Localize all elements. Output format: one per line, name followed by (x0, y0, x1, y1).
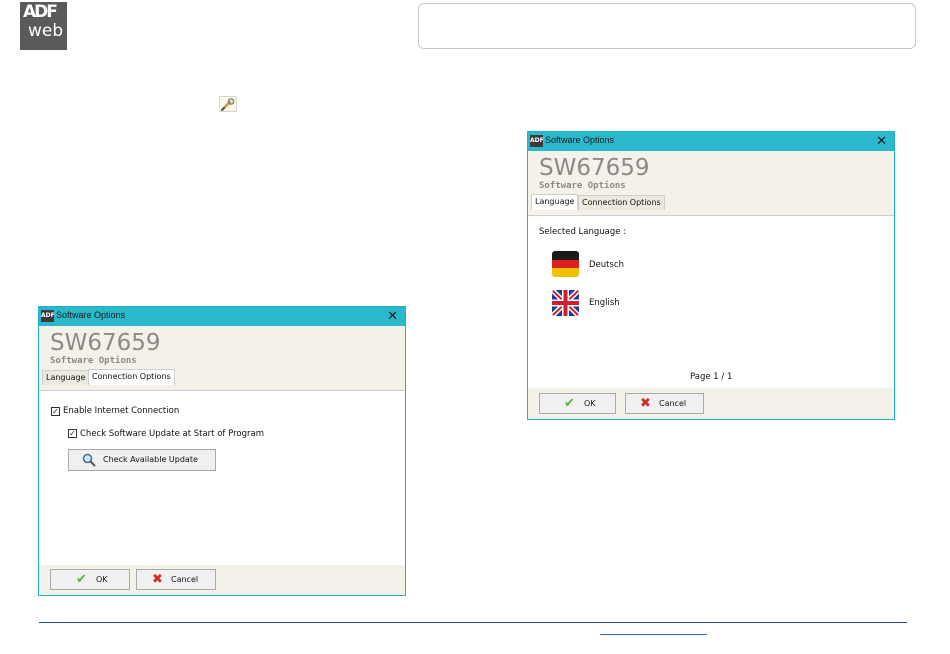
flag-germany-icon[interactable] (552, 251, 579, 277)
language-deutsch[interactable]: Deutsch (589, 260, 624, 270)
page-indicator: Page 1 / 1 (690, 372, 733, 382)
header-box (418, 3, 916, 49)
titlebar: ADF Software Options ✕ (528, 132, 894, 151)
language-panel: Selected Language : Deutsch English Page… (528, 215, 894, 390)
software-options-dialog-connection: ADF Software Options ✕ SW67659 Software … (38, 306, 406, 596)
cancel-button[interactable]: ✖ Cancel (136, 569, 216, 590)
ok-button[interactable]: ✔ OK (50, 569, 130, 590)
ok-check-icon: ✔ (564, 396, 575, 411)
product-subtitle: Software Options (539, 181, 626, 191)
logo-line1: ADF (23, 2, 58, 22)
enable-internet-label: Enable Internet Connection (63, 406, 180, 416)
software-options-dialog-language: ADF Software Options ✕ SW67659 Software … (527, 131, 895, 420)
titlebar: ADF Software Options ✕ (39, 307, 405, 326)
cancel-button[interactable]: ✖ Cancel (625, 393, 704, 414)
adfweb-logo: ADF web (20, 2, 67, 50)
close-icon[interactable]: ✕ (387, 308, 398, 324)
close-icon[interactable]: ✕ (876, 133, 887, 149)
ok-check-icon: ✔ (76, 572, 87, 587)
language-english[interactable]: English (589, 298, 620, 308)
enable-internet-checkbox[interactable]: ✓ (51, 407, 60, 416)
connection-panel: ✓ Enable Internet Connection ✓ Check Sof… (39, 390, 405, 566)
check-available-update-button[interactable]: Check Available Update (68, 449, 216, 471)
check-update-start-checkbox[interactable]: ✓ (68, 429, 77, 438)
app-icon: ADF (530, 135, 544, 147)
magnifier-icon (82, 450, 96, 473)
logo-line2: web (28, 21, 64, 41)
window-title: Software Options (56, 310, 126, 320)
cancel-x-icon: ✖ (152, 572, 163, 587)
footer-divider (39, 622, 907, 623)
app-icon: ADF (41, 310, 55, 322)
ok-button[interactable]: ✔ OK (539, 393, 616, 414)
check-update-start-label: Check Software Update at Start of Progra… (80, 429, 264, 439)
tab-language[interactable]: Language (531, 194, 579, 210)
tab-connection-options[interactable]: Connection Options (578, 195, 665, 210)
wrench-icon[interactable] (219, 96, 237, 112)
cancel-x-icon: ✖ (640, 396, 651, 411)
selected-language-label: Selected Language : (539, 227, 627, 237)
flag-uk-icon[interactable] (552, 290, 579, 316)
product-code: SW67659 (539, 155, 650, 181)
window-title: Software Options (545, 135, 615, 145)
tab-connection-options[interactable]: Connection Options (88, 369, 175, 385)
product-subtitle: Software Options (50, 356, 137, 366)
footer-link[interactable] (600, 634, 707, 635)
tab-language[interactable]: Language (42, 370, 90, 385)
product-code: SW67659 (50, 330, 161, 356)
